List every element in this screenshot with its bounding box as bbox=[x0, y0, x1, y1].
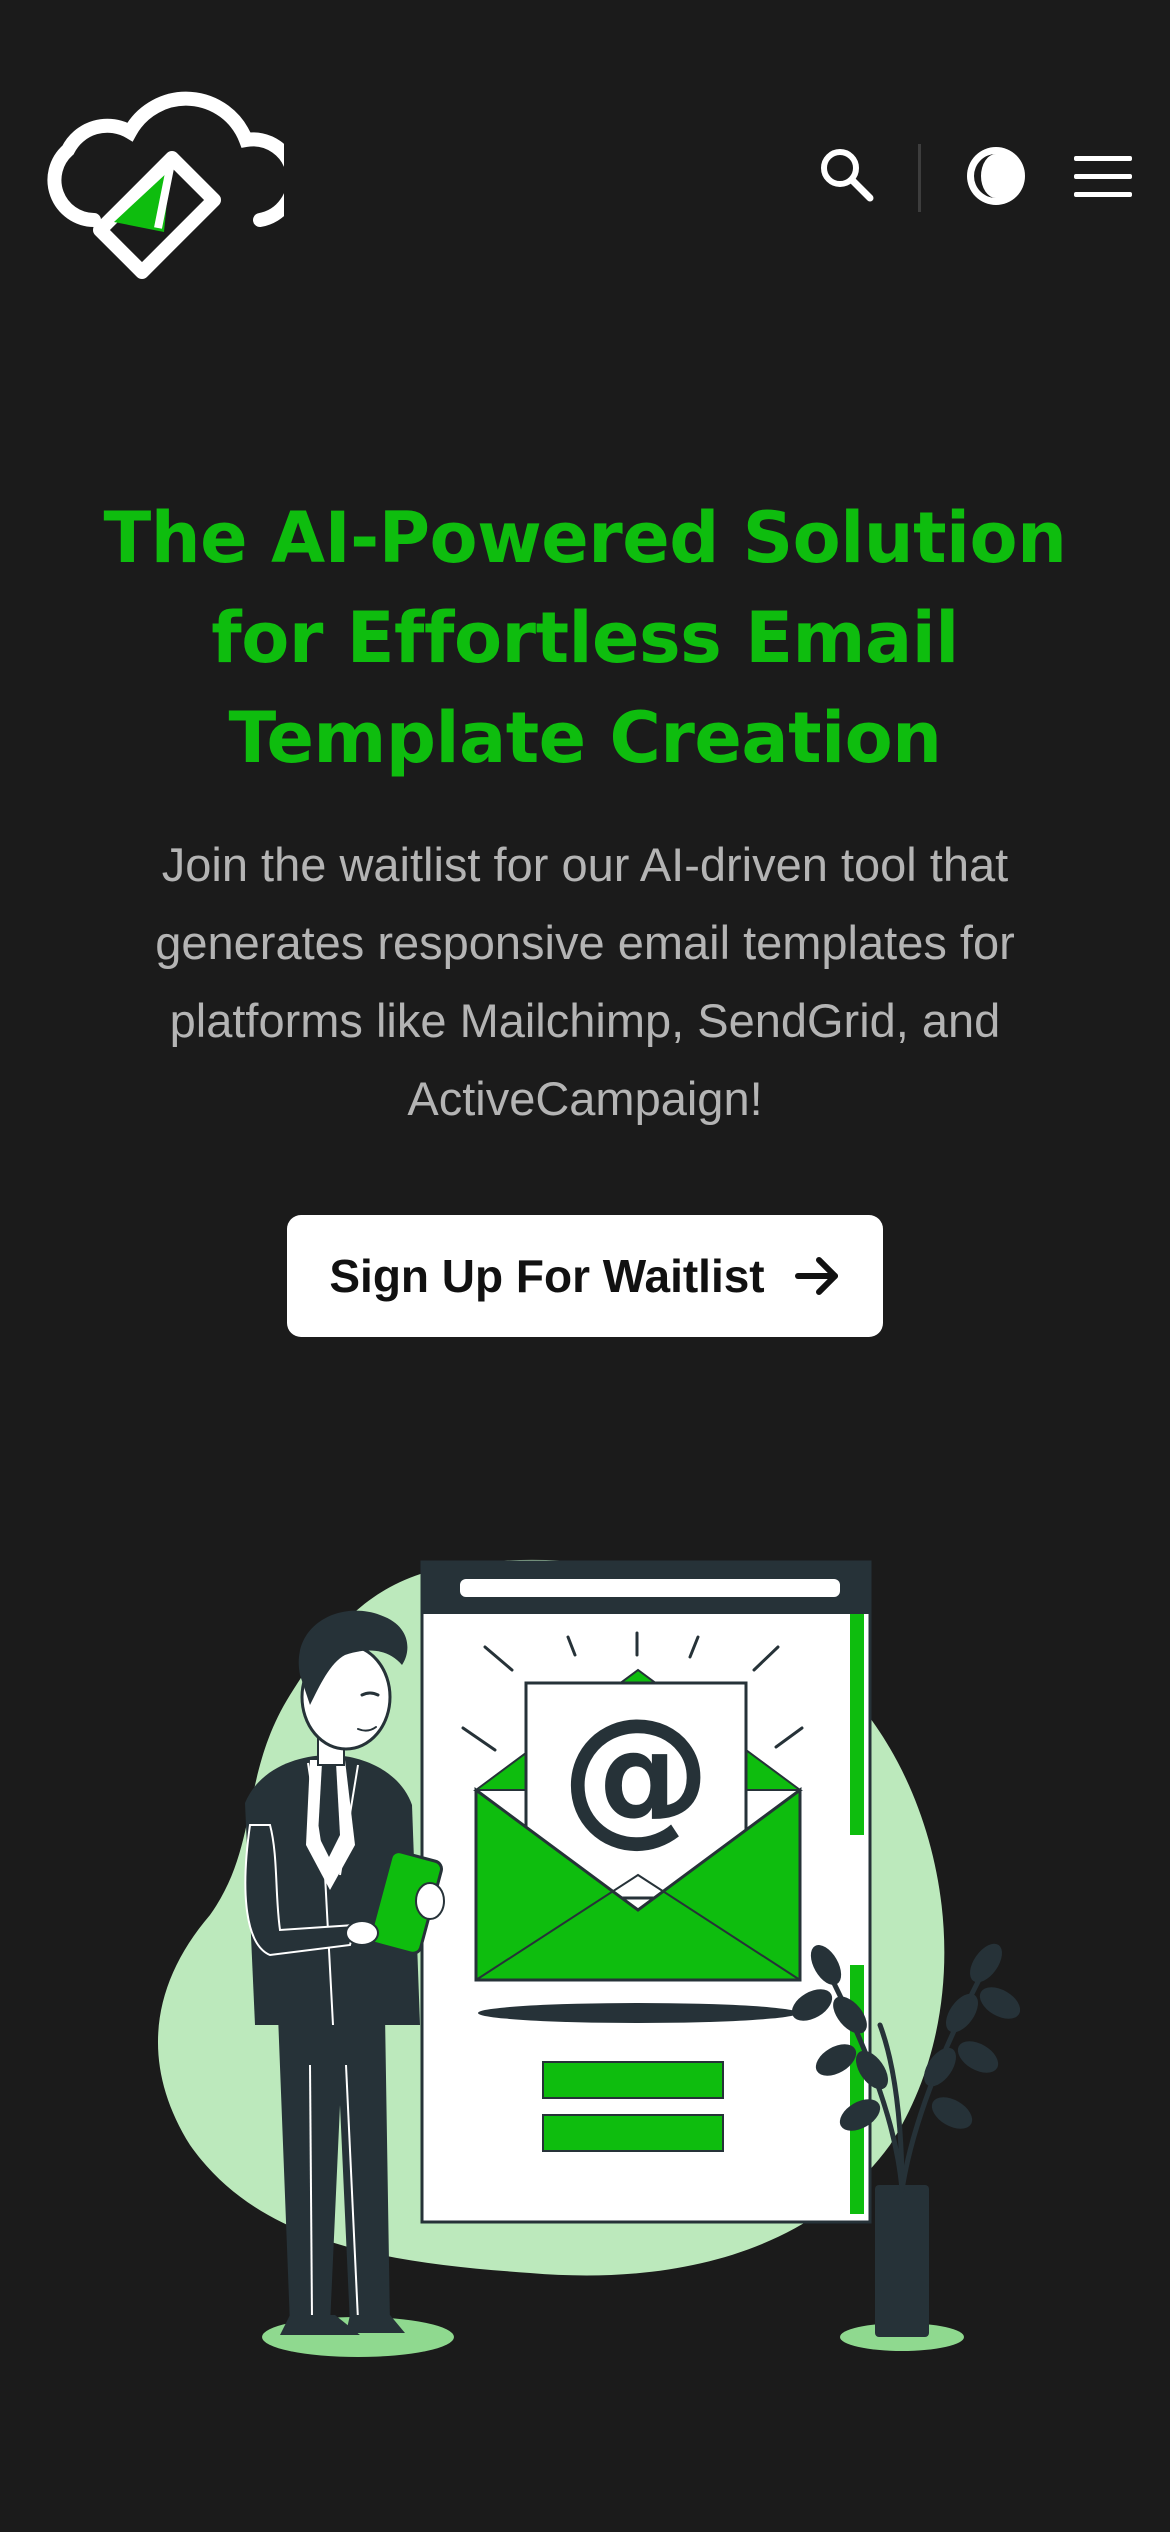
hero-illustration: @ bbox=[150, 1545, 1020, 2370]
search-icon bbox=[821, 149, 874, 202]
phone-device: @ bbox=[420, 1560, 872, 2224]
theme-toggle-button[interactable] bbox=[964, 144, 1028, 208]
hero-title: The AI-Powered Solution for Effortless E… bbox=[103, 497, 1067, 779]
header-divider bbox=[918, 144, 921, 212]
at-symbol: @ bbox=[561, 1687, 711, 1861]
half-moon-theme-icon bbox=[967, 147, 1025, 205]
signup-waitlist-button[interactable]: Sign Up For Waitlist bbox=[287, 1215, 883, 1337]
signup-button-label: Sign Up For Waitlist bbox=[329, 1250, 765, 1302]
arrow-right-icon bbox=[794, 1257, 838, 1295]
hamburger-menu-icon bbox=[1074, 156, 1132, 197]
menu-button[interactable] bbox=[1072, 152, 1134, 202]
site-header bbox=[0, 0, 1170, 300]
logo-icon bbox=[47, 91, 284, 279]
businessman-email-illustration: @ bbox=[157, 1559, 1020, 2357]
cloud-envelope-logo[interactable] bbox=[34, 60, 284, 295]
hero-subtitle: Join the waitlist for our AI-driven tool… bbox=[155, 838, 1015, 1125]
search-button[interactable] bbox=[818, 146, 874, 202]
